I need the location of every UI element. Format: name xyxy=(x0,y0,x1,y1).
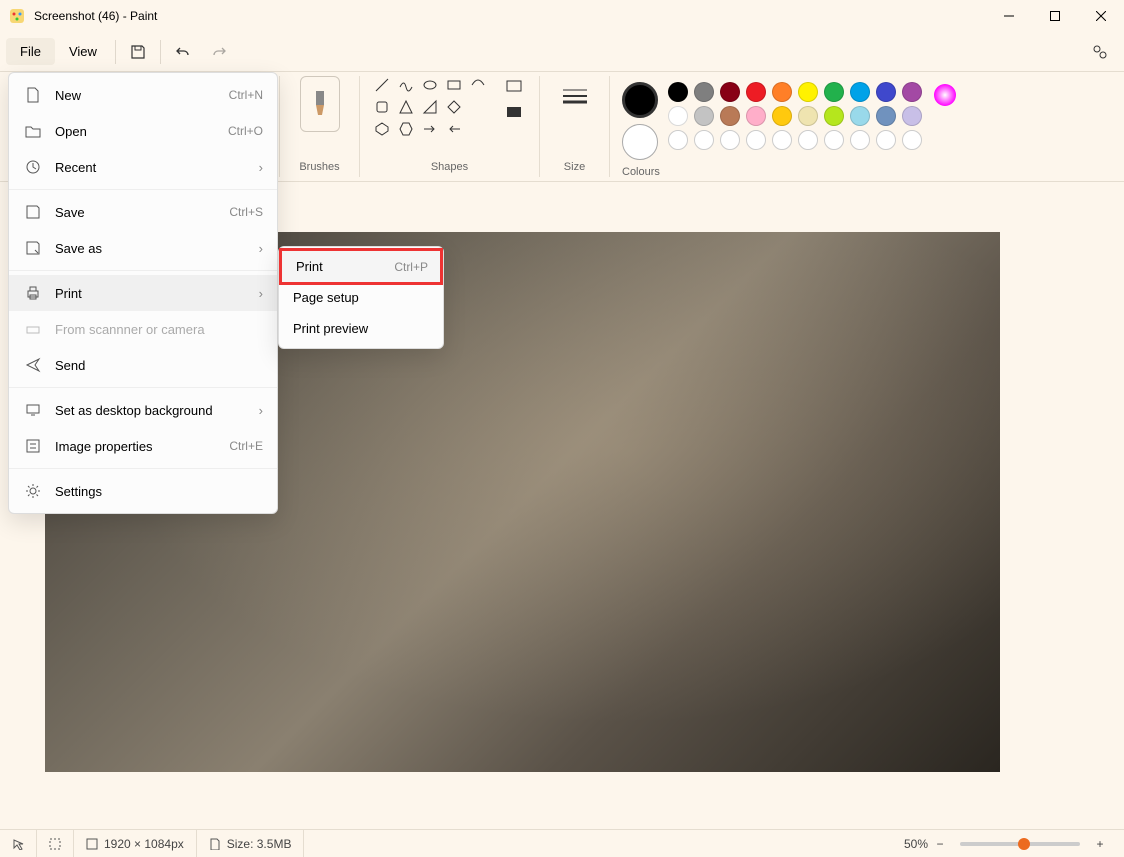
chevron-right-icon: › xyxy=(259,241,263,256)
color-swatch[interactable] xyxy=(876,82,896,102)
file-settings[interactable]: Settings xyxy=(9,473,277,509)
send-icon xyxy=(23,355,43,375)
shape-outline-button[interactable] xyxy=(501,76,527,96)
clock-icon xyxy=(23,157,43,177)
zoom-level: 50% xyxy=(904,837,928,851)
cursor-position xyxy=(12,830,37,857)
undo-button[interactable] xyxy=(165,36,201,68)
custom-color-slot[interactable] xyxy=(850,130,870,150)
print-submenu-print[interactable]: Print Ctrl+P xyxy=(279,248,443,285)
file-send[interactable]: Send xyxy=(9,347,277,383)
zoom-out-button[interactable]: − xyxy=(928,837,952,851)
file-dropdown-menu: New Ctrl+N Open Ctrl+O Recent › Save Ctr… xyxy=(8,72,278,514)
redo-button[interactable] xyxy=(201,36,237,68)
size-label: Size xyxy=(564,161,585,177)
custom-color-slot[interactable] xyxy=(746,130,766,150)
close-button[interactable] xyxy=(1078,0,1124,32)
custom-color-slot[interactable] xyxy=(694,130,714,150)
custom-color-slot[interactable] xyxy=(772,130,792,150)
primary-color[interactable] xyxy=(622,82,658,118)
color-palette-row1 xyxy=(668,82,924,102)
file-properties[interactable]: Image properties Ctrl+E xyxy=(9,428,277,464)
print-submenu: Print Ctrl+P Page setup Print preview xyxy=(278,246,444,349)
minimize-button[interactable] xyxy=(986,0,1032,32)
custom-color-slot[interactable] xyxy=(798,130,818,150)
custom-color-slot[interactable] xyxy=(720,130,740,150)
color-swatch[interactable] xyxy=(720,106,740,126)
shapes-label: Shapes xyxy=(431,161,468,177)
file-menu-button[interactable]: File xyxy=(6,38,55,65)
properties-icon xyxy=(23,436,43,456)
color-swatch[interactable] xyxy=(798,82,818,102)
file-set-desktop[interactable]: Set as desktop background › xyxy=(9,392,277,428)
file-save[interactable]: Save Ctrl+S xyxy=(9,194,277,230)
custom-color-slot[interactable] xyxy=(876,130,896,150)
size-button[interactable] xyxy=(555,76,595,116)
secondary-color[interactable] xyxy=(622,124,658,160)
print-submenu-preview[interactable]: Print preview xyxy=(279,313,443,344)
menu-bar: File View xyxy=(0,32,1124,72)
chevron-right-icon: › xyxy=(259,286,263,301)
color-swatch[interactable] xyxy=(902,82,922,102)
colours-label: Colours xyxy=(622,166,660,182)
chevron-right-icon: › xyxy=(259,160,263,175)
shape-fill-button[interactable] xyxy=(501,102,527,122)
file-print[interactable]: Print › xyxy=(9,275,277,311)
color-swatch[interactable] xyxy=(694,82,714,102)
color-swatch[interactable] xyxy=(876,106,896,126)
color-palette-row2 xyxy=(668,106,924,126)
view-menu-button[interactable]: View xyxy=(55,38,111,65)
printer-icon xyxy=(23,283,43,303)
brushes-label: Brushes xyxy=(299,161,339,177)
color-swatch[interactable] xyxy=(746,82,766,102)
color-swatch[interactable] xyxy=(798,106,818,126)
color-swatch[interactable] xyxy=(850,82,870,102)
scanner-icon xyxy=(23,319,43,339)
color-swatch[interactable] xyxy=(772,82,792,102)
zoom-in-button[interactable]: + xyxy=(1088,837,1112,851)
color-swatch[interactable] xyxy=(850,106,870,126)
gear-icon xyxy=(23,481,43,501)
color-swatch[interactable] xyxy=(772,106,792,126)
selection-size xyxy=(37,830,74,857)
file-open[interactable]: Open Ctrl+O xyxy=(9,113,277,149)
color-swatch[interactable] xyxy=(720,82,740,102)
image-dimensions: 1920 × 1084px xyxy=(74,830,197,857)
edit-colors-button[interactable] xyxy=(932,82,962,112)
color-swatch[interactable] xyxy=(824,106,844,126)
status-bar: 1920 × 1084px Size: 3.5MB 50% − + xyxy=(0,829,1124,857)
color-swatch[interactable] xyxy=(668,106,688,126)
custom-color-slot[interactable] xyxy=(668,130,688,150)
print-submenu-page-setup[interactable]: Page setup xyxy=(279,282,443,313)
save-icon xyxy=(23,202,43,222)
paint-app-icon xyxy=(8,7,26,25)
custom-color-slot[interactable] xyxy=(824,130,844,150)
file-save-as[interactable]: Save as › xyxy=(9,230,277,266)
chevron-right-icon: › xyxy=(259,403,263,418)
file-new[interactable]: New Ctrl+N xyxy=(9,77,277,113)
brushes-button[interactable] xyxy=(300,76,340,132)
color-palette-custom xyxy=(668,130,924,150)
shapes-gallery[interactable] xyxy=(373,76,489,138)
title-bar: Screenshot (46) - Paint xyxy=(0,0,1124,32)
file-scanner: From scannner or camera xyxy=(9,311,277,347)
zoom-slider[interactable] xyxy=(960,842,1080,846)
color-swatch[interactable] xyxy=(746,106,766,126)
color-swatch[interactable] xyxy=(824,82,844,102)
desktop-icon xyxy=(23,400,43,420)
file-recent[interactable]: Recent › xyxy=(9,149,277,185)
save-as-icon xyxy=(23,238,43,258)
custom-color-slot[interactable] xyxy=(902,130,922,150)
folder-icon xyxy=(23,121,43,141)
color-swatch[interactable] xyxy=(694,106,714,126)
file-size: Size: 3.5MB xyxy=(197,830,305,857)
color-swatch[interactable] xyxy=(902,106,922,126)
document-icon xyxy=(23,85,43,105)
save-icon-button[interactable] xyxy=(120,36,156,68)
settings-gear-icon[interactable] xyxy=(1082,36,1118,68)
maximize-button[interactable] xyxy=(1032,0,1078,32)
window-title: Screenshot (46) - Paint xyxy=(34,9,157,23)
color-swatch[interactable] xyxy=(668,82,688,102)
